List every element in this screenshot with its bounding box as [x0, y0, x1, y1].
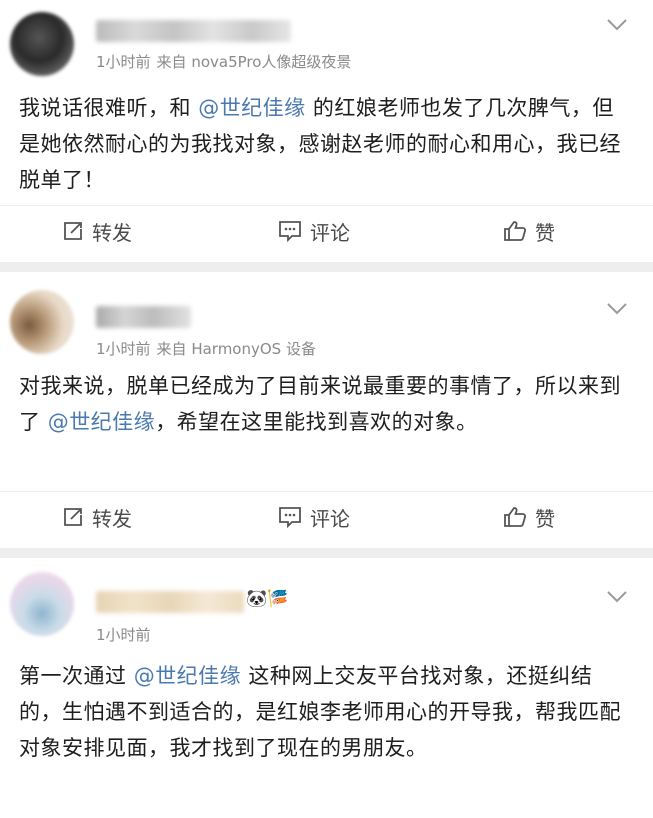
post-source: 来自 HarmonyOS 设备 — [156, 340, 316, 358]
like-label: 赞 — [535, 506, 555, 531]
post-card: 1小时前 来自 HarmonyOS 设备 对我来说，脱单已经成为了目前来说最重要的… — [0, 272, 653, 548]
post-source: 来自 nova5Pro人像超级夜景 — [156, 53, 352, 71]
avatar[interactable] — [10, 290, 74, 354]
post-separator — [0, 548, 653, 558]
username-emoji: 🐼🎏 — [246, 589, 289, 609]
username-blurred[interactable] — [96, 591, 244, 613]
chevron-down-icon[interactable] — [606, 590, 628, 604]
mention-link[interactable]: @世纪佳缘 — [48, 410, 156, 434]
like-button[interactable]: 赞 — [503, 502, 555, 532]
repost-label: 转发 — [92, 506, 132, 531]
like-icon — [504, 507, 527, 527]
post-meta: 1小时前 — [96, 624, 151, 645]
chevron-down-icon[interactable] — [606, 302, 628, 316]
like-icon — [504, 221, 527, 241]
username-blurred[interactable] — [96, 306, 191, 328]
weibo-feed: 1小时前 来自 nova5Pro人像超级夜景 我说话很难听，和 @世纪佳缘 的红娘… — [0, 0, 653, 818]
avatar[interactable] — [10, 572, 74, 636]
post-text: 我说话很难听，和 @世纪佳缘 的红娘老师也发了几次脾气，但是她依然耐心的为我找对… — [19, 90, 634, 198]
repost-icon — [64, 508, 82, 526]
username-blurred[interactable] — [96, 20, 291, 42]
post-text-part: ，希望在这里能找到喜欢的对象。 — [155, 410, 478, 434]
post-text-part: 我说话很难听，和 — [19, 96, 199, 120]
post-time: 1小时前 — [96, 53, 151, 71]
post-time: 1小时前 — [96, 626, 151, 644]
post-meta: 1小时前 来自 HarmonyOS 设备 — [96, 338, 316, 359]
mention-link[interactable]: @世纪佳缘 — [198, 96, 306, 120]
comment-icon — [279, 221, 301, 242]
post-meta: 1小时前 来自 nova5Pro人像超级夜景 — [96, 51, 351, 72]
avatar[interactable] — [10, 12, 74, 76]
comment-label: 评论 — [310, 506, 350, 531]
repost-label: 转发 — [92, 220, 132, 245]
like-label: 赞 — [535, 220, 555, 245]
comment-button[interactable]: 评论 — [278, 502, 350, 532]
divider — [0, 205, 653, 206]
post-text-part: 第一次通过 — [19, 664, 134, 688]
post-text: 对我来说，脱单已经成为了目前来说最重要的事情了，所以来到了 @世纪佳缘，希望在这… — [19, 368, 634, 440]
repost-icon — [64, 222, 82, 240]
repost-button[interactable]: 转发 — [62, 216, 132, 246]
post-time: 1小时前 — [96, 340, 151, 358]
divider — [0, 491, 653, 492]
comment-icon — [279, 507, 301, 528]
comment-label: 评论 — [310, 220, 350, 245]
repost-button[interactable]: 转发 — [62, 502, 132, 532]
chevron-down-icon[interactable] — [606, 18, 628, 32]
mention-link[interactable]: @世纪佳缘 — [134, 664, 242, 688]
post-separator — [0, 262, 653, 272]
post-text: 第一次通过 @世纪佳缘 这种网上交友平台找对象，还挺纠结的，生怕遇不到适合的，是… — [19, 658, 634, 766]
like-button[interactable]: 赞 — [503, 216, 555, 246]
post-card: 1小时前 来自 nova5Pro人像超级夜景 我说话很难听，和 @世纪佳缘 的红娘… — [0, 0, 653, 262]
comment-button[interactable]: 评论 — [278, 216, 350, 246]
post-card: 🐼🎏 1小时前 第一次通过 @世纪佳缘 这种网上交友平台找对象，还挺纠结的，生怕… — [0, 558, 653, 818]
